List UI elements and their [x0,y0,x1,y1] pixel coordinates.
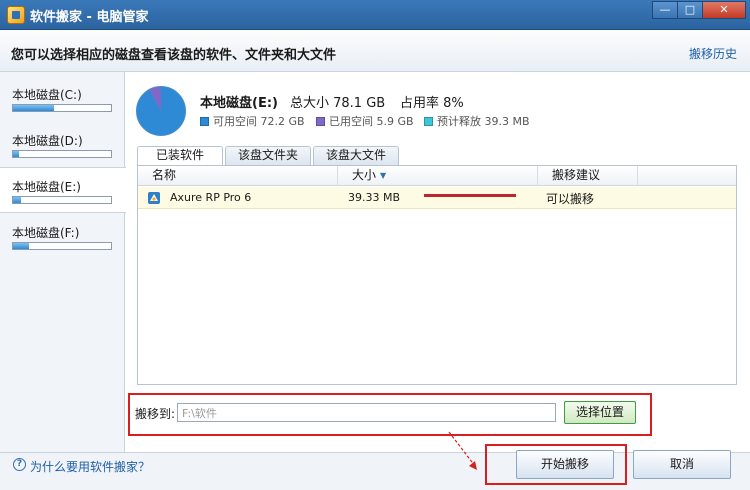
column-label: 大小 [352,168,377,182]
column-label: 搬移建议 [552,168,601,182]
software-name: Axure RP Pro 6 [170,191,252,204]
disk-usage-bar [12,196,112,204]
legend-label: 预计释放 39.3 MB [437,115,530,128]
disk-name: 本地磁盘(E:) [200,96,278,111]
legend-free-space: 可用空间 72.2 GB [200,113,305,129]
disk-usage-fill [13,243,29,249]
legend-swatch [424,117,433,126]
app-logo-icon [7,6,25,24]
instruction-text: 您可以选择相应的磁盘查看该盘的软件、文件夹和大文件 [11,48,337,63]
move-destination-input[interactable] [177,403,556,422]
sidebar-item-disk-e[interactable]: 本地磁盘(E:) [0,167,126,213]
legend-expected-release: 预计释放 39.3 MB [424,113,530,129]
disk-usage-fill [13,151,19,157]
column-label: 名称 [152,168,177,182]
close-button[interactable]: ✕ [702,1,746,19]
disk-label: 本地磁盘(D:) [12,134,83,148]
legend-swatch [316,117,325,126]
disk-usage-bar [12,150,112,158]
legend-swatch [200,117,209,126]
sidebar-item-disk-d[interactable]: 本地磁盘(D:) [0,122,124,168]
disk-label: 本地磁盘(E:) [12,180,81,194]
disk-label: 本地磁盘(C:) [12,88,82,102]
header-bar: 您可以选择相应的磁盘查看该盘的软件、文件夹和大文件 搬移历史 [0,30,750,72]
disk-usage-bar [12,104,112,112]
disk-usage-fill [13,105,55,111]
column-header-name[interactable]: 名称 [138,166,338,186]
tab-disk-folders[interactable]: 该盘文件夹 [225,146,311,165]
column-header-size[interactable]: 大小 ▼ [338,166,538,186]
axure-app-icon [148,192,160,204]
sort-down-icon: ▼ [380,171,387,180]
tab-strip: 已装软件 该盘文件夹 该盘大文件 [137,146,737,166]
disk-total-size: 总大小 78.1 GB [290,96,386,111]
move-advice: 可以搬移 [546,192,595,206]
start-move-button[interactable]: 开始搬移 [516,450,614,479]
why-use-link[interactable]: 为什么要用软件搬家？ [30,458,150,475]
legend-label: 已用空间 5.9 GB [329,115,414,128]
disk-usage-pie-icon [136,86,186,136]
disk-usage-fill [13,197,21,203]
legend-label: 可用空间 72.2 GB [213,115,305,128]
legend-used-space: 已用空间 5.9 GB [316,113,414,129]
sidebar-item-disk-c[interactable]: 本地磁盘(C:) [0,76,124,122]
tab-installed-software[interactable]: 已装软件 [137,146,223,166]
sidebar-item-disk-f[interactable]: 本地磁盘(F:) [0,214,124,260]
column-header-advice[interactable]: 搬移建议 [538,166,638,186]
pointer-arrow-icon [448,431,477,470]
disk-usage-bar [12,242,112,250]
size-bar [424,194,516,197]
minimize-button[interactable]: — [652,1,678,19]
software-table: 名称 大小 ▼ 搬移建议 Axure RP Pro 6 39.33 MB 可以搬移 [137,165,737,385]
maximize-button[interactable]: □ [677,1,703,19]
tab-large-files[interactable]: 该盘大文件 [313,146,399,165]
window-title: 软件搬家 - 电脑管家 [30,10,149,25]
move-history-link[interactable]: 搬移历史 [689,45,737,62]
cancel-button[interactable]: 取消 [633,450,731,479]
table-row[interactable]: Axure RP Pro 6 39.33 MB 可以搬移 [138,187,736,209]
move-to-label: 搬移到: [135,407,176,421]
disk-usage-rate: 占用率 8% [400,96,464,111]
help-icon[interactable]: ? [13,458,26,471]
table-header: 名称 大小 ▼ 搬移建议 [138,166,736,186]
choose-location-button[interactable]: 选择位置 [564,401,636,424]
disk-label: 本地磁盘(F:) [12,226,80,240]
title-bar: 软件搬家 - 电脑管家 — □ ✕ [0,0,750,30]
software-size: 39.33 MB [348,191,401,204]
disk-sidebar: 本地磁盘(C:) 本地磁盘(D:) 本地磁盘(E:) 本地磁盘(F:) [0,72,126,452]
